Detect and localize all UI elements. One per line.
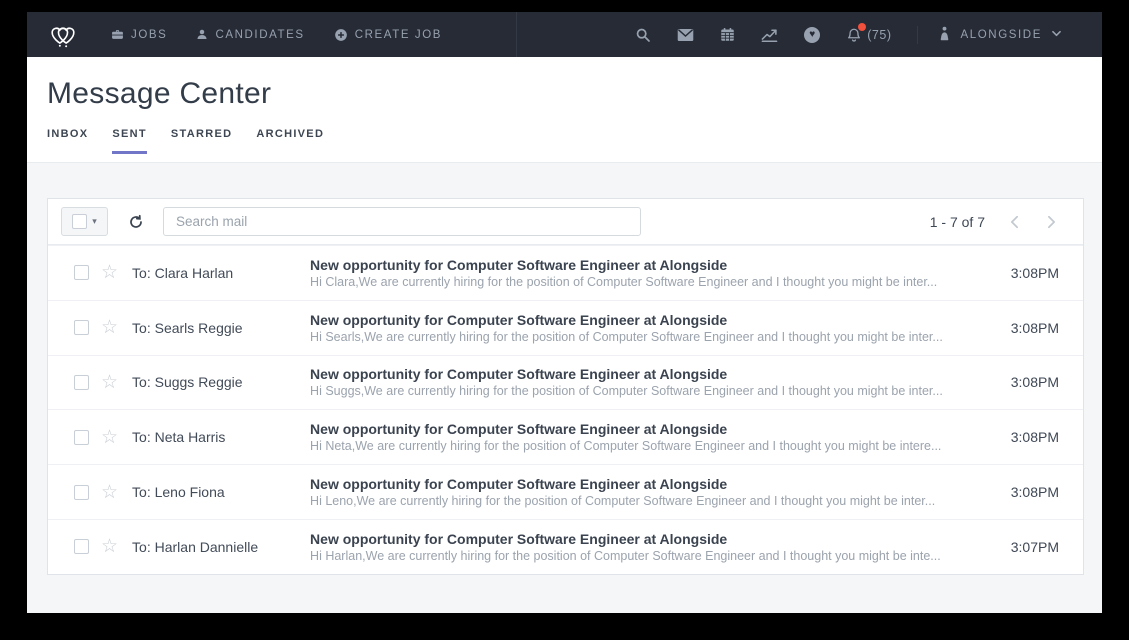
app-window: JOBS CANDIDATES CREATE J	[27, 12, 1102, 613]
analytics-chart-icon[interactable]	[761, 27, 778, 42]
bell-icon	[846, 26, 862, 43]
mail-preview: Hi Leno,We are currently hiring for the …	[310, 494, 987, 508]
page-title: Message Center	[47, 77, 1082, 111]
navbar-left: JOBS CANDIDATES CREATE J	[27, 12, 517, 57]
tab[interactable]: INBOX	[47, 128, 88, 154]
mail-recipient: To: Suggs Reggie	[132, 374, 310, 390]
nav-candidates-label: CANDIDATES	[215, 29, 304, 41]
star-icon[interactable]: ☆	[101, 537, 118, 556]
search-icon[interactable]	[635, 27, 651, 43]
select-all-dropdown[interactable]: ▾	[61, 207, 108, 236]
refresh-button[interactable]	[128, 214, 144, 230]
mail-preview: Hi Neta,We are currently hiring for the …	[310, 439, 987, 453]
pagination-label: 1 - 7 of 7	[930, 214, 985, 230]
mail-subject: New opportunity for Computer Software En…	[310, 257, 987, 273]
navbar-right: ♥ (75)	[635, 12, 1102, 57]
account-menu[interactable]: ALONGSIDE	[917, 26, 1082, 44]
tab[interactable]: STARRED	[171, 128, 232, 154]
star-icon[interactable]: ☆	[101, 428, 118, 447]
mail-subject: New opportunity for Computer Software En…	[310, 366, 987, 382]
row-checkbox[interactable]	[74, 320, 89, 335]
mail-row[interactable]: ☆ To: Suggs Reggie New opportunity for C…	[48, 355, 1083, 410]
select-all-checkbox[interactable]	[72, 214, 87, 229]
row-checkbox[interactable]	[74, 485, 89, 500]
nav-create-job-label: CREATE JOB	[355, 29, 442, 41]
mail-row[interactable]: ☆ To: Searls Reggie New opportunity for …	[48, 300, 1083, 355]
mail-time: 3:08PM	[1003, 265, 1083, 281]
messages-envelope-icon[interactable]	[677, 28, 694, 42]
row-checkbox[interactable]	[74, 375, 89, 390]
pagination: 1 - 7 of 7	[930, 213, 1059, 231]
mail-preview: Hi Harlan,We are currently hiring for th…	[310, 549, 987, 563]
tab-label: SENT	[112, 128, 147, 140]
mail-recipient: To: Neta Harris	[132, 429, 310, 445]
row-checkbox[interactable]	[74, 430, 89, 445]
alongside-logo-icon[interactable]	[45, 19, 81, 51]
mail-recipient: To: Searls Reggie	[132, 320, 310, 336]
page-header: Message Center INBOX SENT STARRED ARCHIV…	[27, 57, 1102, 163]
mail-preview: Hi Searls,We are currently hiring for th…	[310, 330, 987, 344]
heart-circle-icon[interactable]: ♥	[804, 27, 820, 43]
mail-row[interactable]: ☆ To: Leno Fiona New opportunity for Com…	[48, 464, 1083, 519]
notification-count: (75)	[867, 28, 891, 42]
mail-time: 3:08PM	[1003, 320, 1083, 336]
row-checkbox[interactable]	[74, 539, 89, 554]
nav-candidates[interactable]: CANDIDATES	[196, 28, 304, 41]
search-input[interactable]	[163, 207, 641, 236]
tab-label: ARCHIVED	[256, 128, 324, 140]
calendar-icon[interactable]	[720, 27, 735, 42]
mail-recipient: To: Harlan Dannielle	[132, 539, 310, 555]
top-navbar: JOBS CANDIDATES CREATE J	[27, 12, 1102, 57]
next-page-button[interactable]	[1044, 213, 1059, 231]
tab-bar: INBOX SENT STARRED ARCHIVED	[47, 128, 1082, 154]
person-icon	[196, 28, 208, 41]
star-icon[interactable]: ☆	[101, 263, 118, 282]
mail-preview: Hi Clara,We are currently hiring for the…	[310, 275, 987, 289]
mail-time: 3:08PM	[1003, 374, 1083, 390]
mail-row[interactable]: ☆ To: Neta Harris New opportunity for Co…	[48, 409, 1083, 464]
nav-jobs-label: JOBS	[131, 29, 167, 41]
mail-subject: New opportunity for Computer Software En…	[310, 312, 987, 328]
tab[interactable]: ARCHIVED	[256, 128, 324, 154]
tab[interactable]: SENT	[112, 128, 147, 154]
nav-create-job[interactable]: CREATE JOB	[334, 28, 442, 42]
caret-down-icon: ▾	[92, 216, 97, 227]
mail-row[interactable]: ☆ To: Clara Harlan New opportunity for C…	[48, 245, 1083, 300]
row-checkbox[interactable]	[74, 265, 89, 280]
mail-recipient: To: Leno Fiona	[132, 484, 310, 500]
star-icon[interactable]: ☆	[101, 318, 118, 337]
mail-recipient: To: Clara Harlan	[132, 265, 310, 281]
plus-circle-icon	[334, 28, 348, 42]
star-icon[interactable]: ☆	[101, 483, 118, 502]
mail-time: 3:08PM	[1003, 429, 1083, 445]
mail-time: 3:07PM	[1003, 539, 1083, 555]
tab-label: STARRED	[171, 128, 232, 140]
chevron-down-icon	[1051, 29, 1062, 41]
notification-dot	[858, 23, 866, 31]
content-area: ▾ 1 - 7 of 7	[27, 163, 1102, 613]
prev-page-button[interactable]	[1007, 213, 1022, 231]
mail-list-card: ▾ 1 - 7 of 7	[47, 198, 1084, 575]
mail-subject: New opportunity for Computer Software En…	[310, 531, 987, 547]
account-label: ALONGSIDE	[960, 29, 1042, 41]
tab-label: INBOX	[47, 128, 88, 140]
mail-toolbar: ▾ 1 - 7 of 7	[48, 199, 1083, 245]
mail-time: 3:08PM	[1003, 484, 1083, 500]
mail-subject: New opportunity for Computer Software En…	[310, 476, 987, 492]
star-icon[interactable]: ☆	[101, 373, 118, 392]
nav-jobs[interactable]: JOBS	[111, 28, 167, 41]
mail-preview: Hi Suggs,We are currently hiring for the…	[310, 384, 987, 398]
mail-subject: New opportunity for Computer Software En…	[310, 421, 987, 437]
company-account-icon	[938, 26, 951, 44]
briefcase-icon	[111, 28, 124, 41]
notifications-bell[interactable]: (75)	[846, 26, 891, 43]
mail-row[interactable]: ☆ To: Harlan Dannielle New opportunity f…	[48, 519, 1083, 574]
